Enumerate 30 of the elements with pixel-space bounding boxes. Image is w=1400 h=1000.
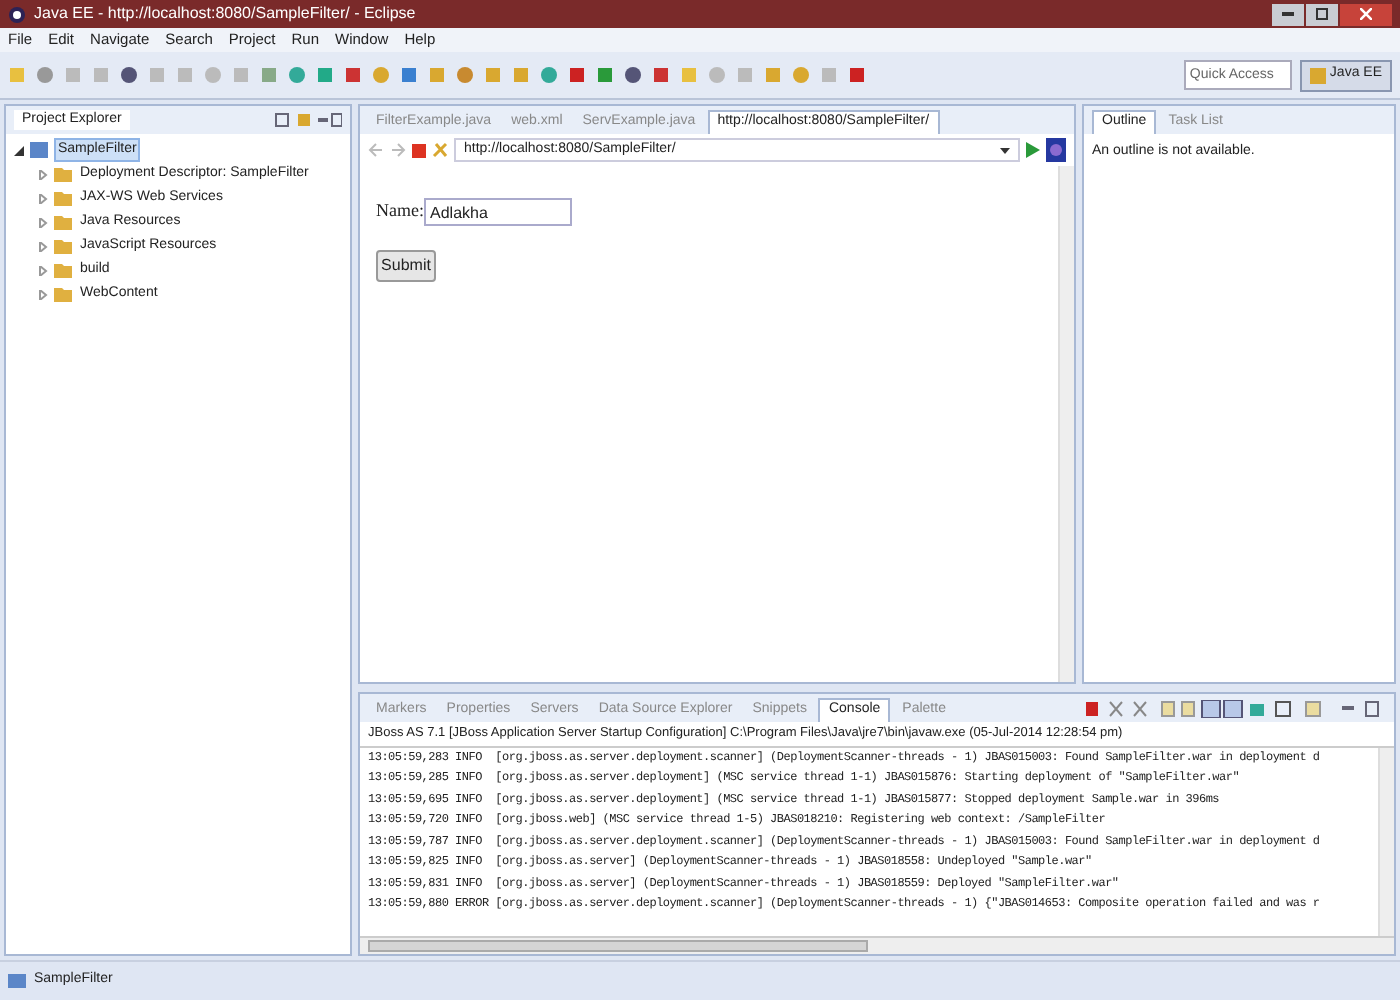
scrollbar[interactable] [1058, 166, 1074, 682]
go-icon[interactable] [1026, 142, 1040, 158]
forward-icon[interactable] [390, 142, 406, 158]
app-icon [8, 5, 26, 23]
close-icon [1360, 8, 1372, 20]
scrollbar[interactable] [1378, 747, 1394, 936]
back-icon[interactable] [368, 142, 384, 158]
collapsed-arrow-icon[interactable] [38, 217, 48, 227]
minimize-button[interactable] [1272, 3, 1304, 25]
name-field[interactable]: Adlakha [424, 198, 572, 226]
horizontal-scrollbar[interactable] [360, 936, 1394, 954]
collapsed-arrow-icon[interactable] [38, 289, 48, 299]
collapsed-arrow-icon[interactable] [38, 169, 48, 179]
minimize-icon [1282, 12, 1294, 16]
window-title: Java EE - http://localhost:8080/SampleFilter/ - Eclipse [34, 2, 416, 26]
close-button[interactable] [1340, 3, 1392, 25]
expanded-arrow-icon[interactable] [14, 145, 24, 155]
submit-button[interactable]: Submit [376, 250, 436, 282]
perspective-icon [1309, 67, 1326, 83]
stop-icon[interactable] [412, 143, 426, 157]
project-icon [8, 972, 26, 990]
maximize-button[interactable] [1306, 3, 1338, 25]
project-icon [30, 142, 48, 158]
collapsed-arrow-icon[interactable] [38, 193, 48, 203]
dropdown-icon[interactable] [1000, 147, 1010, 153]
maximize-icon [1316, 8, 1328, 20]
name-label: Name: [376, 198, 424, 225]
window-controls-icon[interactable] [274, 112, 342, 128]
collapsed-arrow-icon[interactable] [38, 241, 48, 251]
collapsed-arrow-icon[interactable] [38, 265, 48, 275]
